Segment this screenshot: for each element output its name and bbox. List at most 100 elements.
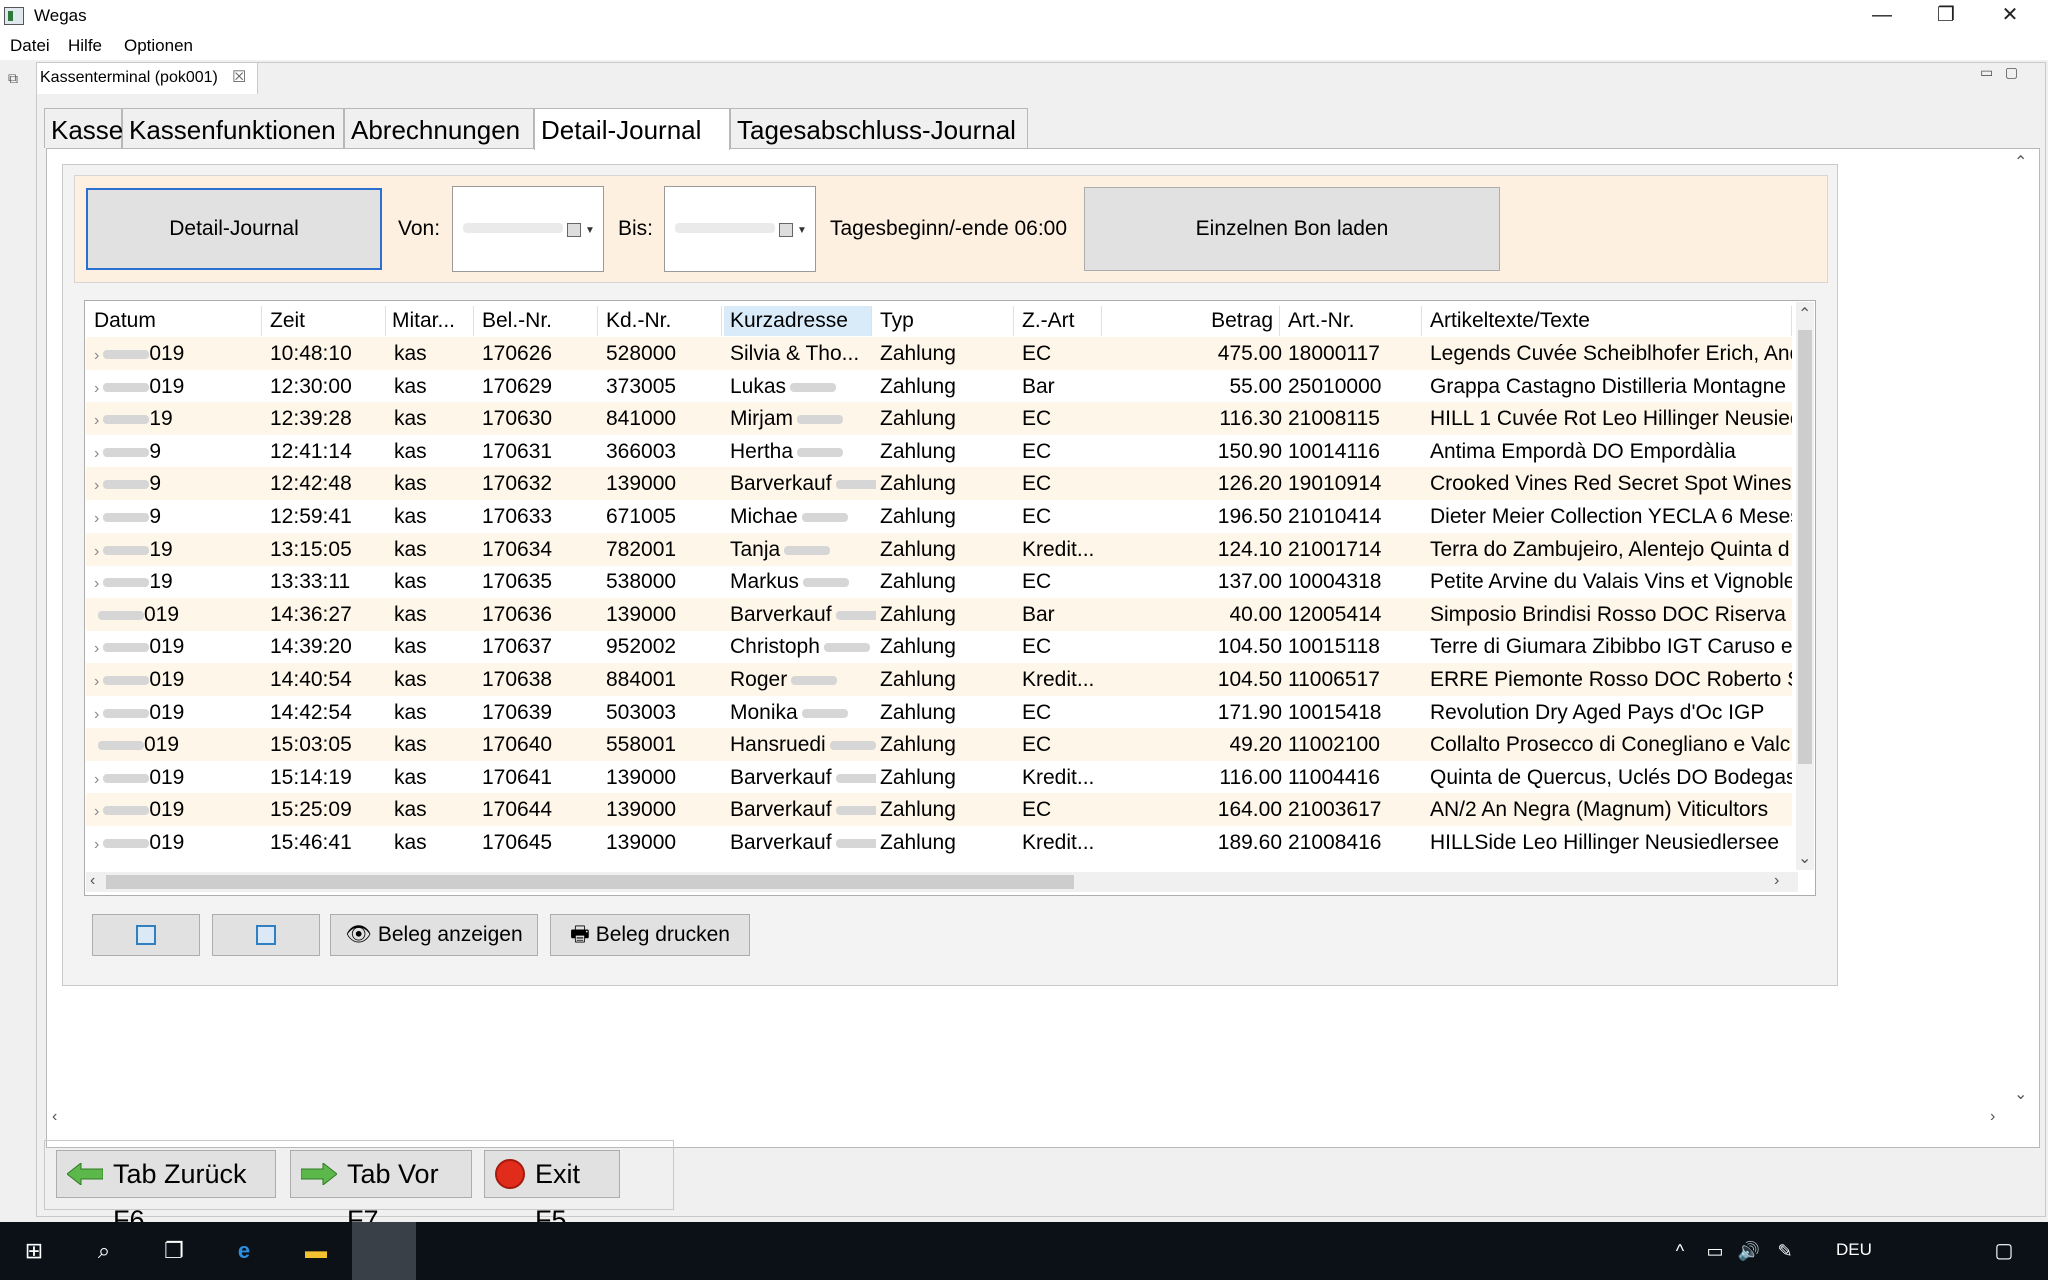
menu-hilfe[interactable]: Hilfe — [68, 36, 102, 56]
menu-datei[interactable]: Datei — [10, 36, 50, 56]
bis-date-value — [675, 223, 775, 233]
view-minmax-icons[interactable]: ▭ ▢ — [1980, 64, 2018, 81]
table-row[interactable]: › 19 12:39:28 kas 170630 841000 Mirjam Zahlung E… — [86, 402, 1792, 436]
file-explorer-icon[interactable]: ▬ — [282, 1222, 350, 1280]
col-mitarbeiter[interactable]: Mitar... — [386, 306, 474, 336]
minimize-button[interactable]: — — [1850, 0, 1914, 32]
menu-optionen[interactable]: Optionen — [124, 36, 193, 56]
restore-view-icon[interactable]: ⧉ — [8, 70, 18, 87]
table-row[interactable]: › 19 13:33:11 kas 170635 538000 Markus Zahlung E… — [86, 565, 1792, 598]
table-row[interactable]: › 9 12:59:41 kas 170633 671005 Michae Zahlung EC… — [86, 500, 1792, 533]
tab-kasse[interactable]: Kasse — [44, 108, 123, 148]
bis-date-field[interactable]: ▼ — [664, 186, 816, 272]
cell-datum: › 019 — [94, 630, 214, 663]
tab-abrechnungen[interactable]: Abrechnungen — [344, 108, 534, 148]
table-vertical-scroll-thumb[interactable] — [1798, 330, 1812, 764]
expand-row-icon[interactable]: › — [94, 771, 99, 788]
pen-icon[interactable]: ✎ — [1770, 1222, 1800, 1280]
col-kurzadresse[interactable]: Kurzadresse — [724, 306, 872, 336]
tab-vor-button[interactable]: Tab Vor F7 — [290, 1150, 472, 1235]
restore-button[interactable]: ❐ — [1914, 0, 1978, 32]
col-art-nr[interactable]: Art.-Nr. — [1282, 306, 1422, 336]
beleg-anzeigen-button[interactable]: 👁 Beleg anzeigen — [330, 914, 538, 956]
dropdown-arrow-icon[interactable]: ▼ — [585, 225, 595, 236]
volume-icon[interactable]: 🔊 — [1734, 1222, 1764, 1280]
table-row[interactable]: › 9 12:41:14 kas 170631 366003 Hertha Zahlung EC… — [86, 435, 1792, 468]
exit-button[interactable]: Exit F5 — [484, 1150, 620, 1235]
notifications-icon[interactable]: ▢ — [1984, 1222, 2024, 1280]
datum-text: 019 — [149, 668, 185, 691]
panel-scroll-right-icon[interactable]: › — [1990, 1108, 1995, 1126]
col-bel-nr[interactable]: Bel.-Nr. — [476, 306, 598, 336]
scroll-up-icon[interactable]: ⌃ — [1798, 304, 1811, 324]
scroll-left-icon[interactable]: ‹ — [90, 872, 95, 890]
table-row[interactable]: › 9 12:42:48 kas 170632 139000 Barverkauf Zahlu… — [86, 467, 1792, 501]
expand-all-button[interactable] — [92, 914, 200, 956]
calendar-icon[interactable] — [779, 223, 793, 237]
beleg-drucken-button[interactable]: 🖶 Beleg drucken — [550, 914, 750, 956]
expand-row-icon[interactable]: › — [94, 543, 99, 560]
tray-chevron-icon[interactable]: ^ — [1666, 1222, 1694, 1280]
col-artikeltexte[interactable]: Artikeltexte/Texte — [1424, 306, 1792, 336]
collapse-all-button[interactable] — [212, 914, 320, 956]
expand-row-icon[interactable]: › — [94, 640, 99, 657]
wegas-taskbar-icon[interactable] — [352, 1222, 416, 1280]
col-betrag[interactable]: Betrag — [1104, 306, 1280, 336]
tab-zurueck-button[interactable]: Tab Zurück F6 — [56, 1150, 276, 1235]
language-indicator[interactable]: DEU — [1836, 1240, 1872, 1260]
panel-scroll-down-icon[interactable]: ⌄ — [2014, 1084, 2027, 1104]
expand-row-icon[interactable]: › — [94, 347, 99, 364]
expand-row-icon[interactable]: › — [94, 836, 99, 853]
table-horizontal-scroll-thumb[interactable] — [106, 875, 1074, 889]
tab-detail-journal[interactable]: Detail-Journal — [534, 108, 730, 150]
tab-kassenfunktionen[interactable]: Kassenfunktionen — [122, 108, 344, 148]
search-icon[interactable]: ⌕ — [70, 1222, 138, 1280]
dropdown-arrow-icon[interactable]: ▼ — [797, 225, 807, 236]
table-row[interactable]: › 019 12:30:00 kas 170629 373005 Lukas Zahlung B… — [86, 370, 1792, 403]
close-button[interactable]: ✕ — [1978, 0, 2042, 32]
expand-row-icon[interactable]: › — [94, 380, 99, 397]
von-date-field[interactable]: ▼ — [452, 186, 604, 272]
expand-row-icon[interactable]: › — [94, 706, 99, 723]
editor-tab-close-icon[interactable]: ☒ — [232, 67, 246, 87]
table-row[interactable]: › 019 15:14:19 kas 170641 139000 Barverkauf Zah… — [86, 761, 1792, 794]
expand-row-icon[interactable]: › — [94, 445, 99, 462]
col-z-art[interactable]: Z.-Art — [1016, 306, 1102, 336]
table-row[interactable]: › 019 10:48:10 kas 170626 528000 Silvia & Tho.… — [86, 337, 1792, 370]
table-row[interactable]: 019 15:03:05 kas 170640 558001 Hansruedi Zahlu… — [86, 728, 1792, 762]
expand-row-icon[interactable]: › — [94, 575, 99, 592]
einzelnen-bon-laden-button[interactable]: Einzelnen Bon laden — [1084, 187, 1500, 271]
expand-row-icon[interactable]: › — [94, 803, 99, 820]
cell-zeit: 13:15:05 — [270, 537, 352, 561]
expand-row-icon[interactable]: › — [94, 510, 99, 527]
expand-row-icon[interactable]: › — [94, 477, 99, 494]
windows-start-icon[interactable]: ⊞ — [0, 1222, 68, 1280]
network-icon[interactable]: ▭ — [1700, 1222, 1730, 1280]
table-row[interactable]: › 019 14:39:20 kas 170637 952002 Christoph Zahl… — [86, 630, 1792, 663]
col-kd-nr[interactable]: Kd.-Nr. — [600, 306, 722, 336]
kurzadresse-text: Barverkauf — [730, 472, 832, 496]
expand-row-icon[interactable]: › — [94, 673, 99, 690]
table-row[interactable]: › 019 14:40:54 kas 170638 884001 Roger Zahlung K… — [86, 663, 1792, 696]
panel-scroll-left-icon[interactable]: ‹ — [52, 1108, 57, 1126]
table-row[interactable]: 019 14:36:27 kas 170636 139000 Barverkauf Zahl… — [86, 597, 1792, 631]
col-datum[interactable]: Datum — [88, 306, 262, 336]
cell-mitarbeiter: kas — [394, 374, 427, 398]
task-view-icon[interactable]: ❐ — [140, 1222, 208, 1280]
detail-journal-button[interactable]: Detail-Journal — [86, 188, 382, 270]
tab-tagesabschluss-journal[interactable]: Tagesabschluss-Journal — [730, 108, 1028, 148]
table-row[interactable]: › 019 15:46:41 kas 170645 139000 Barverkauf Zah… — [86, 826, 1792, 859]
panel-scroll-up-icon[interactable]: ⌃ — [2014, 152, 2027, 172]
edge-browser-icon[interactable]: e — [210, 1222, 278, 1280]
table-row[interactable]: › 019 14:42:54 kas 170639 503003 Monika Zahlung… — [86, 696, 1792, 729]
calendar-icon[interactable] — [567, 223, 581, 237]
table-row[interactable]: › 19 13:15:05 kas 170634 782001 Tanja Zahlung Kr… — [86, 532, 1792, 566]
cell-z-art: EC — [1022, 700, 1052, 724]
expand-row-icon[interactable]: › — [94, 412, 99, 429]
scroll-down-icon[interactable]: ⌄ — [1798, 848, 1811, 868]
scroll-right-icon[interactable]: › — [1774, 872, 1779, 890]
col-typ[interactable]: Typ — [874, 306, 1014, 336]
table-row[interactable]: › 019 15:25:09 kas 170644 139000 Barverkauf Zah… — [86, 793, 1792, 827]
cell-artikeltext: Revolution Dry Aged Pays d'Oc IGP — [1430, 700, 1765, 724]
col-zeit[interactable]: Zeit — [264, 306, 386, 336]
